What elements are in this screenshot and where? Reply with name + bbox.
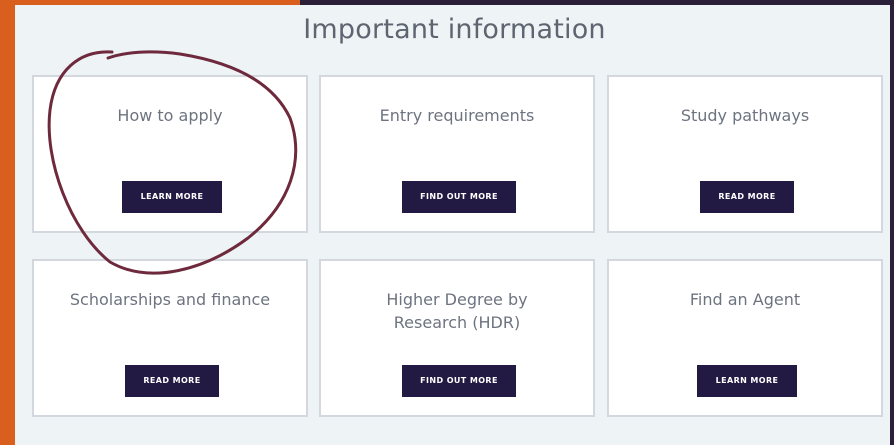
card-title: Study pathways [680, 106, 810, 125]
learn-more-button[interactable]: LEARN MORE [697, 365, 797, 397]
card-title: Find an Agent [689, 290, 801, 309]
card-title: How to apply [117, 106, 223, 125]
card-study-pathways: Study pathways READ MORE [607, 75, 883, 233]
section-title: Important information [303, 14, 606, 45]
card-title: Entry requirements [379, 106, 535, 125]
learn-more-button[interactable]: LEARN MORE [122, 181, 222, 213]
card-how-to-apply: How to apply LEARN MORE [32, 75, 308, 233]
card-title: Higher Degree by Research (HDR) [386, 290, 528, 332]
read-more-button[interactable]: READ MORE [700, 181, 794, 213]
card-higher-degree-by-research: Higher Degree by Research (HDR) FIND OUT… [319, 259, 595, 417]
card-entry-requirements: Entry requirements FIND OUT MORE [319, 75, 595, 233]
right-dark-edge [890, 0, 894, 445]
top-dark-strip [300, 0, 894, 5]
card-scholarships-and-finance: Scholarships and finance READ MORE [32, 259, 308, 417]
card-title: Scholarships and finance [69, 290, 271, 309]
card-find-an-agent: Find an Agent LEARN MORE [607, 259, 883, 417]
top-accent-strip [0, 0, 300, 5]
read-more-button[interactable]: READ MORE [125, 365, 219, 397]
find-out-more-button[interactable]: FIND OUT MORE [402, 181, 516, 213]
left-accent-bar [0, 0, 15, 445]
find-out-more-button[interactable]: FIND OUT MORE [402, 365, 516, 397]
